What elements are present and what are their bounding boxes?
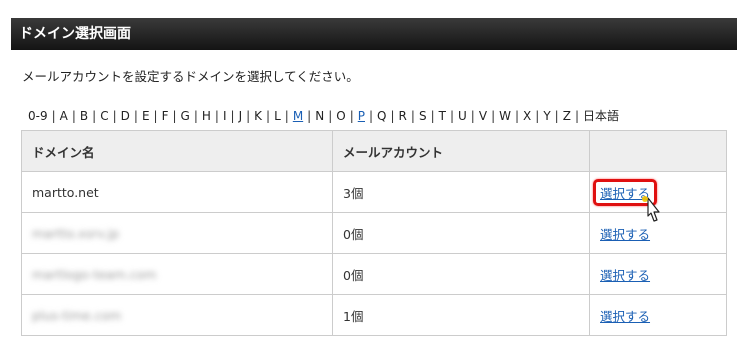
domain-name: martlogo-team.com	[21, 253, 333, 295]
alphabet-link-W: W	[499, 109, 511, 123]
alphabet-link-E: E	[141, 109, 150, 123]
table-row: plus-time.com 1個 選択する	[21, 294, 727, 336]
alphabet-separator: |	[470, 109, 475, 123]
alphabet-link-S: S	[418, 109, 427, 123]
alphabet-separator: |	[491, 109, 496, 123]
alphabet-separator: |	[574, 109, 579, 123]
alphabet-link-F: F	[161, 109, 169, 123]
alphabet-separator: |	[410, 109, 415, 123]
select-domain-link[interactable]: 選択する	[600, 227, 650, 242]
alphabet-separator: |	[514, 109, 520, 123]
action-cell: 選択する	[589, 294, 727, 336]
action-cell: 選択する	[589, 253, 727, 295]
alphabet-separator: |	[214, 109, 219, 123]
alphabet-separator: |	[554, 109, 559, 123]
alphabet-separator: |	[133, 109, 138, 123]
alphabet-link-Z: Z	[562, 109, 571, 123]
domain-name-text: plus-time.com	[32, 307, 122, 323]
alphabet-separator: |	[430, 109, 435, 123]
alphabet-separator: |	[92, 109, 97, 123]
alphabet-separator: |	[449, 109, 454, 123]
alphabet-link-M[interactable]: M	[293, 109, 303, 123]
domain-name: martto.net	[21, 171, 333, 213]
alphabet-separator: |	[266, 109, 271, 123]
alphabet-separator: |	[153, 109, 158, 123]
alphabet-link-P[interactable]: P	[358, 109, 365, 123]
alphabet-link-I: I	[222, 109, 227, 123]
table-header-row: ドメイン名 メールアカウント	[21, 130, 727, 172]
alphabet-separator: |	[390, 109, 395, 123]
alphabet-separator: |	[230, 109, 235, 123]
mouse-cursor-icon	[642, 196, 660, 222]
alphabet-index: 0-9 | A | B | C | D | E | F | G | H | I | J | K | L | M | N | O | P | Q | R |…	[28, 107, 619, 124]
alphabet-link-N: N	[315, 109, 325, 123]
alphabet-link-V: V	[478, 109, 488, 123]
alphabet-link-D: D	[120, 109, 130, 123]
alphabet-link-H: H	[201, 109, 211, 123]
alphabet-link-J: J	[238, 109, 243, 123]
alphabet-link-U: U	[458, 109, 467, 123]
alphabet-link-G: G	[180, 109, 190, 123]
domain-name-text: martto.net	[32, 184, 99, 200]
column-header-action	[589, 130, 727, 172]
instruction-text: メールアカウントを設定するドメインを選択してください。	[22, 69, 359, 84]
alphabet-link-Q: Q	[377, 109, 387, 123]
mail-account-count: 3個	[332, 171, 590, 213]
alphabet-link-A: A	[59, 109, 68, 123]
alphabet-link-K: K	[254, 109, 263, 123]
table-row: martlogo-team.com 0個 選択する	[21, 253, 727, 295]
table-row: martto.xsrv.jp 0個 選択する	[21, 212, 727, 254]
alphabet-separator: |	[284, 109, 289, 123]
domain-name-text: martlogo-team.com	[32, 266, 157, 282]
alphabet-link-C: C	[100, 109, 109, 123]
mail-account-count: 0個	[332, 212, 590, 254]
mail-account-count: 1個	[332, 294, 590, 336]
alphabet-link-T: T	[438, 109, 446, 123]
alphabet-separator: |	[369, 109, 374, 123]
domain-name: plus-time.com	[21, 294, 333, 336]
alphabet-separator: |	[349, 109, 354, 123]
alphabet-separator: |	[535, 109, 540, 123]
page-title: ドメイン選択画面	[19, 26, 131, 42]
alphabet-separator: |	[172, 109, 177, 123]
page-title-bar: ドメイン選択画面	[11, 18, 737, 50]
alphabet-separator: |	[71, 109, 76, 123]
table-row: martto.net 3個 選択する	[21, 171, 727, 213]
alphabet-separator: |	[246, 109, 251, 123]
domain-table: ドメイン名 メールアカウント martto.net 3個 選択する martto.xs…	[21, 130, 727, 336]
alphabet-separator: |	[51, 109, 56, 123]
alphabet-separator: |	[307, 109, 312, 123]
alphabet-separator: |	[328, 109, 333, 123]
alphabet-link-L: L	[274, 109, 281, 123]
alphabet-link-R: R	[398, 109, 407, 123]
alphabet-link-Y: Y	[543, 109, 551, 123]
select-domain-link[interactable]: 選択する	[600, 268, 650, 283]
alphabet-link-0-9: 0-9	[28, 109, 48, 123]
domain-name-text: martto.xsrv.jp	[32, 225, 120, 241]
domain-name: martto.xsrv.jp	[21, 212, 333, 254]
alphabet-link-O: O	[336, 109, 346, 123]
alphabet-link-B: B	[79, 109, 89, 123]
alphabet-link-日本語: 日本語	[582, 109, 619, 123]
alphabet-link-X: X	[523, 109, 532, 123]
select-domain-link[interactable]: 選択する	[600, 309, 650, 324]
alphabet-separator: |	[112, 109, 117, 123]
alphabet-separator: |	[193, 109, 198, 123]
column-header-mail-accounts: メールアカウント	[332, 130, 590, 172]
column-header-domain: ドメイン名	[21, 130, 333, 172]
mail-account-count: 0個	[332, 253, 590, 295]
